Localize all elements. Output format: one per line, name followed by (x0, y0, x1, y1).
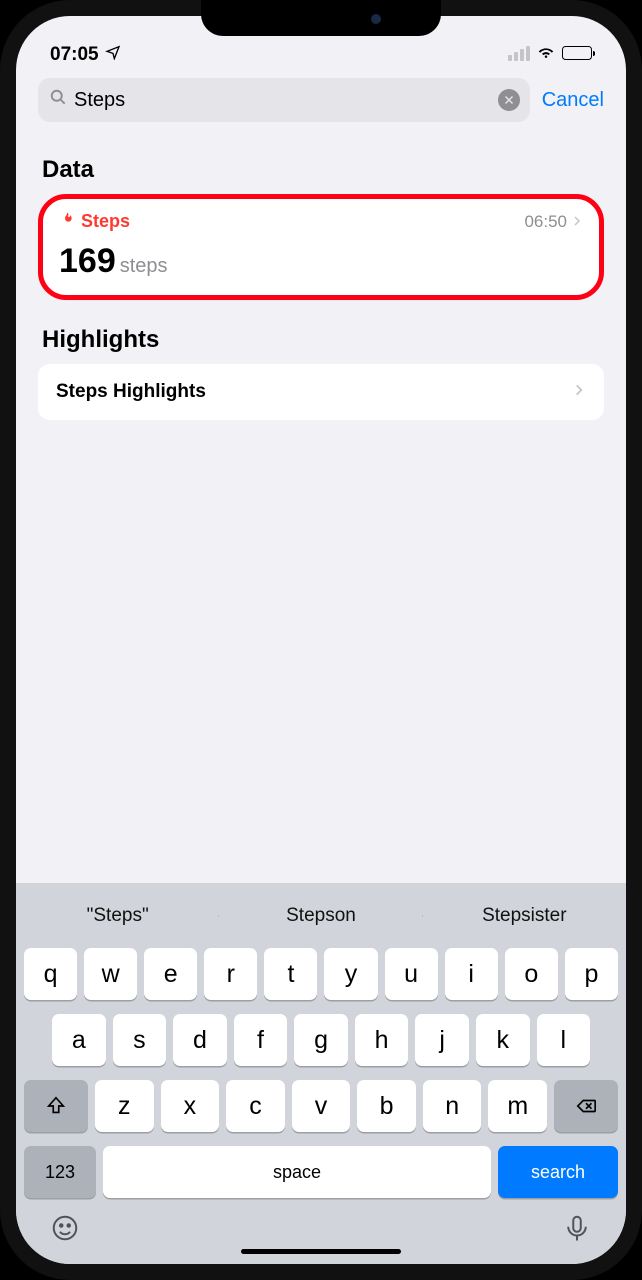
chevron-right-icon (572, 381, 586, 403)
key-u[interactable]: u (385, 948, 438, 1000)
mic-icon[interactable] (562, 1213, 592, 1248)
search-icon (48, 87, 68, 113)
highlights-row[interactable]: Steps Highlights (38, 364, 604, 420)
card-title: Steps (59, 211, 130, 232)
clear-icon[interactable] (498, 89, 520, 111)
search-key[interactable]: search (498, 1146, 618, 1198)
key-j[interactable]: j (415, 1014, 469, 1066)
keyboard: "Steps" Stepson Stepsister q w e r t y u… (16, 883, 626, 1264)
wifi-icon (536, 40, 556, 66)
backspace-key[interactable] (554, 1080, 618, 1132)
key-s[interactable]: s (113, 1014, 167, 1066)
notch (201, 0, 441, 36)
key-b[interactable]: b (357, 1080, 416, 1132)
search-row: Cancel (16, 70, 626, 134)
suggestion-bar: "Steps" Stepson Stepsister (16, 891, 626, 941)
key-v[interactable]: v (292, 1080, 351, 1132)
key-a[interactable]: a (52, 1014, 106, 1066)
key-w[interactable]: w (84, 948, 137, 1000)
key-c[interactable]: c (226, 1080, 285, 1132)
key-x[interactable]: x (161, 1080, 220, 1132)
key-h[interactable]: h (355, 1014, 409, 1066)
status-time: 07:05 (50, 44, 99, 66)
key-q[interactable]: q (24, 948, 77, 1000)
suggestion-2[interactable]: Stepson (219, 905, 422, 927)
space-key[interactable]: space (103, 1146, 491, 1198)
device-frame: 07:05 (0, 0, 642, 1280)
highlights-row-label: Steps Highlights (56, 381, 206, 403)
section-title-data: Data (42, 156, 600, 184)
search-field[interactable] (38, 78, 530, 122)
suggestion-3[interactable]: Stepsister (423, 905, 626, 927)
key-r[interactable]: r (204, 948, 257, 1000)
card-value: 169 (59, 242, 116, 281)
card-title-label: Steps (81, 211, 130, 232)
card-unit: steps (120, 255, 168, 278)
section-title-highlights: Highlights (42, 326, 600, 354)
key-d[interactable]: d (173, 1014, 227, 1066)
chevron-right-icon (571, 212, 583, 232)
numeric-key[interactable]: 123 (24, 1146, 96, 1198)
card-time: 06:50 (524, 212, 583, 232)
key-o[interactable]: o (505, 948, 558, 1000)
data-card-steps[interactable]: Steps 06:50 169 steps (38, 194, 604, 300)
home-indicator[interactable] (241, 1249, 401, 1254)
key-z[interactable]: z (95, 1080, 154, 1132)
emoji-icon[interactable] (50, 1213, 80, 1248)
key-m[interactable]: m (488, 1080, 547, 1132)
key-y[interactable]: y (324, 948, 377, 1000)
location-icon (105, 44, 121, 66)
key-l[interactable]: l (537, 1014, 591, 1066)
search-input[interactable] (68, 89, 498, 112)
flame-icon (59, 211, 75, 232)
battery-icon (562, 46, 592, 60)
screen: 07:05 (16, 16, 626, 1264)
key-n[interactable]: n (423, 1080, 482, 1132)
key-t[interactable]: t (264, 948, 317, 1000)
shift-key[interactable] (24, 1080, 88, 1132)
key-k[interactable]: k (476, 1014, 530, 1066)
content-area: Data Steps 06:50 (16, 134, 626, 883)
key-f[interactable]: f (234, 1014, 288, 1066)
signal-icon (508, 46, 530, 61)
suggestion-1[interactable]: "Steps" (16, 905, 219, 927)
cancel-button[interactable]: Cancel (542, 89, 604, 112)
key-e[interactable]: e (144, 948, 197, 1000)
key-p[interactable]: p (565, 948, 618, 1000)
key-i[interactable]: i (445, 948, 498, 1000)
key-g[interactable]: g (294, 1014, 348, 1066)
